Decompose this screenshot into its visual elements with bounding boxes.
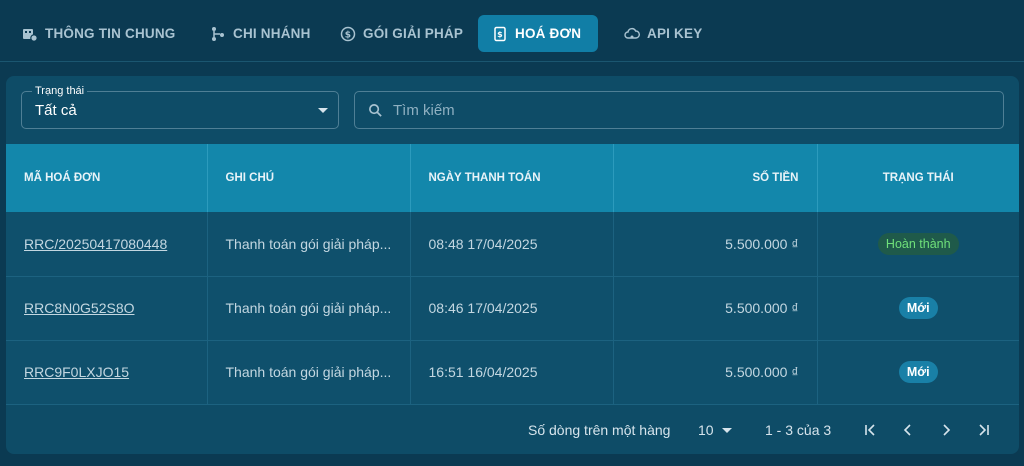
table-row[interactable]: RRC9F0LXJO15 Thanh toán gói giải pháp...…: [6, 340, 1019, 405]
status-filter-label: Trạng thái: [32, 85, 88, 98]
column-header-note[interactable]: GHI CHÚ: [207, 144, 411, 212]
tab-branches[interactable]: CHI NHÁNH: [200, 15, 321, 52]
pagination: Số dòng trên một hàng 10 1 - 3 của 3: [6, 406, 1019, 452]
column-header-status[interactable]: TRẠNG THÁI: [817, 144, 1019, 212]
status-filter-value: Tất cả: [35, 102, 77, 119]
invoice-amount: 5.500.000 ₫: [613, 276, 818, 341]
invoice-amount: 5.500.000 ₫: [613, 340, 818, 405]
tab-label: HOÁ ĐƠN: [515, 26, 582, 41]
invoice-card: Trạng thái Tất cả MÃ HOÁ ĐƠN GHI CHÚ NGÀ…: [6, 76, 1019, 454]
rows-per-page-value: 10: [698, 422, 714, 438]
tab-label: API KEY: [647, 26, 703, 41]
invoice-note: Thanh toán gói giải pháp...: [207, 212, 411, 277]
tab-invoices[interactable]: $ HOÁ ĐƠN: [478, 15, 599, 52]
invoice-id-link[interactable]: RRC/20250417080448: [24, 236, 167, 252]
invoice-date: 08:46 17/04/2025: [410, 276, 614, 341]
invoice-amount: 5.500.000 ₫: [613, 212, 818, 277]
tab-solution-packages[interactable]: $ GÓI GIẢI PHÁP: [330, 15, 473, 52]
last-page-icon: [979, 424, 989, 436]
invoice-id-link[interactable]: RRC8N0G52S8O: [24, 300, 135, 316]
column-header-invoice-id[interactable]: MÃ HOÁ ĐƠN: [6, 144, 208, 212]
rows-per-page-label: Số dòng trên một hàng: [528, 422, 671, 438]
column-header-payment-date[interactable]: NGÀY THANH TOÁN: [410, 144, 614, 212]
cloud-key-icon: [624, 27, 640, 39]
invoice-id-link[interactable]: RRC9F0LXJO15: [24, 364, 129, 380]
status-badge: Mới: [898, 361, 938, 383]
invoice-date: 16:51 16/04/2025: [410, 340, 614, 405]
status-badge: Hoàn thành: [877, 232, 959, 255]
previous-page-button[interactable]: [896, 418, 920, 442]
chevron-left-icon: [903, 424, 911, 436]
table-row[interactable]: RRC8N0G52S8O Thanh toán gói giải pháp...…: [6, 276, 1019, 341]
table-row[interactable]: RRC/20250417080448 Thanh toán gói giải p…: [6, 212, 1019, 277]
svg-text:$: $: [345, 30, 351, 40]
building-gear-icon: [23, 28, 38, 42]
status-filter-select[interactable]: Trạng thái Tất cả: [21, 85, 339, 129]
search-icon: [369, 103, 382, 117]
table-header-row: MÃ HOÁ ĐƠN GHI CHÚ NGÀY THANH TOÁN SỐ TI…: [6, 144, 1019, 212]
first-page-icon: [865, 424, 875, 436]
status-badge: Mới: [898, 297, 938, 319]
last-page-button[interactable]: [972, 418, 996, 442]
chevron-right-icon: [943, 424, 951, 436]
next-page-button[interactable]: [934, 418, 958, 442]
tab-bar: THÔNG TIN CHUNG CHI NHÁNH $ GÓI GIẢI PHÁ…: [0, 0, 1024, 62]
tab-label: THÔNG TIN CHUNG: [45, 26, 176, 41]
chevron-down-icon: [318, 108, 328, 113]
invoice-note: Thanh toán gói giải pháp...: [207, 340, 411, 405]
invoice-note: Thanh toán gói giải pháp...: [207, 276, 411, 341]
invoice-icon: $: [494, 26, 506, 41]
column-header-amount[interactable]: SỐ TIỀN: [613, 144, 818, 212]
tab-general-info[interactable]: THÔNG TIN CHUNG: [12, 15, 186, 52]
dollar-cycle-icon: $: [340, 26, 356, 41]
chevron-down-icon: [721, 427, 732, 433]
pagination-range: 1 - 3 của 3: [765, 422, 832, 438]
tab-api-key[interactable]: API KEY: [614, 15, 712, 52]
branch-icon: [212, 26, 224, 41]
search-input[interactable]: [393, 101, 973, 119]
first-page-button[interactable]: [858, 418, 882, 442]
search-box[interactable]: [354, 91, 1004, 129]
svg-text:$: $: [497, 30, 503, 39]
rows-per-page-select[interactable]: 10: [698, 422, 732, 438]
invoice-table: MÃ HOÁ ĐƠN GHI CHÚ NGÀY THANH TOÁN SỐ TI…: [6, 144, 1019, 405]
tab-label: GÓI GIẢI PHÁP: [363, 26, 464, 41]
invoice-date: 08:48 17/04/2025: [410, 212, 614, 277]
tab-label: CHI NHÁNH: [233, 26, 311, 41]
